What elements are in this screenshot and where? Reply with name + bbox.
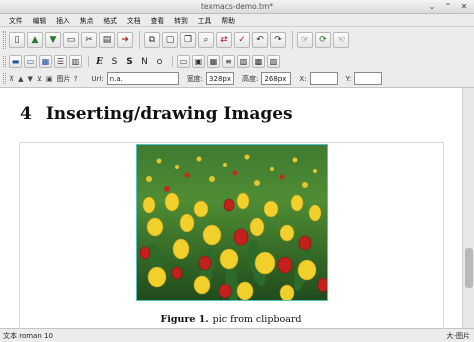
grid-icon[interactable]: ▦ [207, 55, 220, 68]
sans-icon[interactable]: S [108, 55, 121, 68]
menu-go[interactable]: 转到 [169, 15, 193, 25]
export-icon[interactable]: ➜ [117, 32, 133, 48]
menu-help[interactable]: 帮助 [216, 15, 240, 25]
toolbar-separator [88, 55, 89, 68]
document-canvas[interactable]: 4 Inserting/drawing Images Figure 1. pic… [0, 88, 462, 328]
vertical-scrollbar[interactable] [462, 88, 474, 328]
height-field[interactable] [261, 72, 292, 85]
hand-icon[interactable]: ☜ [333, 32, 349, 48]
window-title: texmacs-demo.tm* [200, 2, 274, 11]
small-caps-icon[interactable]: N [138, 55, 151, 68]
x-field[interactable] [309, 72, 338, 85]
figure-caption-text: pic from clipboard [212, 314, 302, 325]
scrollbar-thumb[interactable] [465, 248, 473, 288]
y-label: Y: [345, 74, 352, 83]
format-window-icon[interactable]: ▭ [24, 55, 37, 68]
new-document-icon[interactable]: ▯ [9, 32, 25, 48]
ruler-icon[interactable]: ▭ [177, 55, 190, 68]
maximize-icon[interactable]: ⌃ [443, 2, 453, 12]
image-icon: ▣ [46, 74, 53, 83]
toolbar-grip[interactable] [3, 55, 6, 68]
image-options-icon[interactable]: ▧ [267, 55, 280, 68]
format-block-icon[interactable]: ▬ [9, 55, 22, 68]
status-bar: 文本 roman 10 大-图片 [0, 328, 474, 342]
format-list-icon[interactable]: ☰ [54, 55, 67, 68]
status-context: 大-图片 [446, 332, 470, 340]
menu-edit[interactable]: 编辑 [28, 15, 52, 25]
toolbar-separator [172, 55, 173, 68]
width-label: 宽度: [186, 74, 204, 83]
move-first-icon[interactable]: ⊼ [9, 75, 14, 83]
toolbar-separator [139, 30, 140, 50]
copy-icon[interactable]: ⧉ [144, 32, 160, 48]
toolbar-separator [292, 30, 293, 50]
image-label: 图片 [56, 74, 71, 83]
scheme-icon[interactable]: ☞ [297, 32, 313, 48]
format-table-icon[interactable]: ▦ [39, 55, 52, 68]
cut-icon[interactable]: ✂ [81, 32, 97, 48]
section-title: Inserting/drawing Images [45, 104, 293, 124]
image-icon[interactable]: ▨ [237, 55, 250, 68]
duplicate-icon[interactable]: ❐ [180, 32, 196, 48]
replace-icon[interactable]: ⇄ [216, 32, 232, 48]
save-icon[interactable]: ▼ [45, 32, 61, 48]
y-field[interactable] [354, 72, 383, 85]
menu-format[interactable]: 格式 [98, 15, 122, 25]
outline-icon[interactable]: O [153, 55, 166, 68]
title-bar: texmacs-demo.tm* ⌄ ⌃ ✕ [0, 0, 474, 14]
section-number: 4 [20, 104, 32, 124]
menu-view[interactable]: 查看 [146, 15, 170, 25]
italic-E-icon[interactable]: E [93, 55, 106, 68]
image-toolbar: ⊼ ▲ ▼ ⊻ ▣ 图片 ? Url: 宽度: 高度: X: Y: [0, 70, 474, 88]
redo-icon[interactable]: ↷ [270, 32, 286, 48]
url-label: Url: [91, 74, 104, 83]
height-label: 高度: [242, 74, 259, 83]
sans-bold-icon[interactable]: S [123, 55, 136, 68]
menu-focus[interactable]: 焦点 [75, 15, 99, 25]
menu-bar: 文件 编辑 插入 焦点 格式 文档 查看 转到 工具 帮助 [0, 14, 474, 27]
spellcheck-icon[interactable]: ✓ [234, 32, 250, 48]
list-icon[interactable]: ≡ [222, 55, 235, 68]
url-field[interactable] [106, 72, 179, 85]
window-icon[interactable]: ▢ [162, 32, 178, 48]
move-down-icon[interactable]: ▼ [28, 75, 33, 83]
menu-document[interactable]: 文档 [122, 15, 146, 25]
tulip-image[interactable] [136, 144, 328, 301]
open-icon[interactable]: ▲ [27, 32, 43, 48]
status-text: 文本 roman 10 [3, 332, 53, 340]
main-toolbar: ▯ ▲ ▼ ▭ ✂ ▤ ➜ ⧉ ▢ ❐ ⌕ ⇄ ✓ ↶ ↷ ☞ ⟳ ☜ [0, 27, 474, 53]
help-icon[interactable]: ? [74, 75, 78, 83]
width-field[interactable] [206, 72, 235, 85]
move-up-icon[interactable]: ▲ [18, 75, 23, 83]
minimize-icon[interactable]: ⌄ [427, 2, 437, 12]
session-icon[interactable]: ⟳ [315, 32, 331, 48]
format-toolbar: ▬ ▭ ▦ ☰ ▥ E S S N O ▭ ▣ ▦ ≡ ▨ ▩ ▧ [0, 53, 474, 70]
search-icon[interactable]: ⌕ [198, 32, 214, 48]
figure-caption: Figure 1. pic from clipboard [0, 314, 462, 325]
format-paragraph-icon[interactable]: ▥ [69, 55, 82, 68]
image-settings-icon[interactable]: ▩ [252, 55, 265, 68]
menu-insert[interactable]: 插入 [51, 15, 75, 25]
x-label: X: [299, 74, 307, 83]
move-last-icon[interactable]: ⊻ [37, 75, 42, 83]
figure-label: Figure 1. [160, 314, 209, 325]
window-controls: ⌄ ⌃ ✕ [427, 2, 469, 12]
menu-tools[interactable]: 工具 [193, 15, 217, 25]
menu-file[interactable]: 文件 [4, 15, 28, 25]
close-icon[interactable]: ✕ [459, 2, 469, 12]
toolbar-grip[interactable] [3, 72, 6, 85]
print-icon[interactable]: ▭ [63, 32, 79, 48]
section-heading: 4 Inserting/drawing Images [20, 104, 293, 124]
undo-icon[interactable]: ↶ [252, 32, 268, 48]
toolbar-grip[interactable] [3, 30, 6, 50]
paste-icon[interactable]: ▤ [99, 32, 115, 48]
frame-icon[interactable]: ▣ [192, 55, 205, 68]
